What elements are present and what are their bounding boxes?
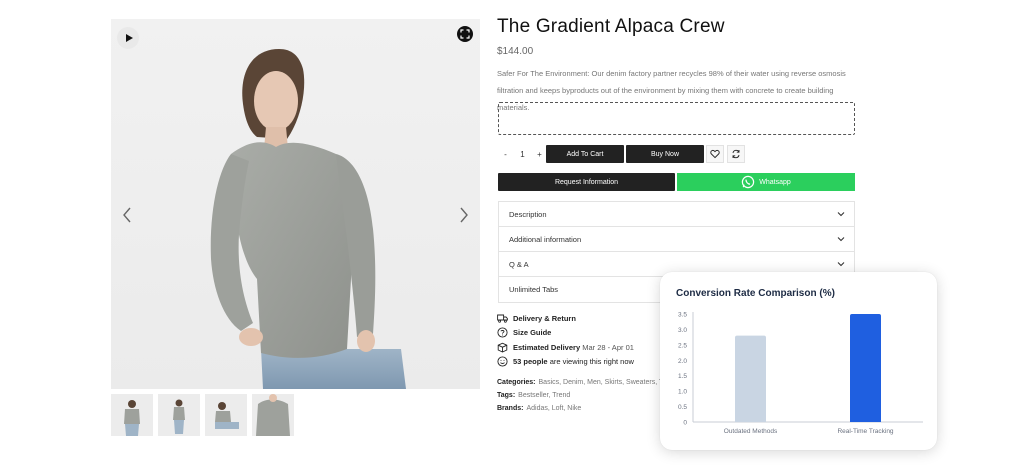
categories-links[interactable]: Basics, Denim, Men, Skirts, Sweaters, T bbox=[539, 379, 664, 386]
size-guide-label: Size Guide bbox=[513, 328, 552, 338]
accordion-label: Unlimited Tabs bbox=[509, 285, 559, 294]
product-price: $144.00 bbox=[497, 46, 534, 57]
whatsapp-label: Whatsapp bbox=[759, 178, 791, 186]
product-photo bbox=[210, 49, 406, 389]
thumbnail-4[interactable] bbox=[252, 394, 294, 436]
y-tick-label: 3.0 bbox=[678, 327, 687, 334]
smiley-icon bbox=[497, 356, 508, 367]
chevron-down-icon bbox=[837, 212, 845, 217]
thumbnail-1[interactable] bbox=[111, 394, 153, 436]
y-tick-label: 0.5 bbox=[678, 404, 687, 411]
chevron-down-icon bbox=[837, 237, 845, 242]
viewers-suffix: are viewing this right now bbox=[549, 357, 634, 367]
wishlist-button[interactable] bbox=[706, 145, 724, 163]
truck-icon bbox=[497, 314, 508, 323]
accordion-additional-information[interactable]: Additional information bbox=[499, 227, 854, 252]
accordion-label: Additional information bbox=[509, 234, 582, 244]
live-viewers: 53 people are viewing this right now bbox=[497, 355, 634, 370]
chevron-right-icon[interactable] bbox=[458, 205, 470, 225]
quantity-input[interactable]: 1 bbox=[514, 150, 531, 159]
bar-real-time-tracking bbox=[850, 314, 881, 422]
tags-links[interactable]: Bestseller, Trend bbox=[518, 392, 570, 399]
chevron-left-icon[interactable] bbox=[121, 205, 133, 225]
thumbnail-3[interactable] bbox=[205, 394, 247, 436]
conversion-chart-card: Conversion Rate Comparison (%) 0 0.5 1.0 1.… bbox=[660, 272, 937, 450]
quantity-stepper: - 1 + bbox=[497, 145, 548, 163]
x-tick-label: Outdated Methods bbox=[724, 428, 778, 435]
quantity-decrease-button[interactable]: - bbox=[497, 150, 514, 159]
compare-icon bbox=[732, 149, 740, 159]
heart-icon bbox=[710, 149, 720, 159]
request-information-button[interactable]: Request Information bbox=[498, 173, 675, 191]
delivery-return-link[interactable]: Delivery & Return bbox=[497, 311, 634, 326]
x-tick-label: Real-Time Tracking bbox=[837, 428, 893, 435]
product-meta-list: Delivery & Return Size Guide Estimated D… bbox=[497, 311, 634, 369]
thumbnail-2[interactable] bbox=[158, 394, 200, 436]
estimated-delivery: Estimated Delivery Mar 28 - Apr 01 bbox=[497, 340, 634, 355]
estimated-delivery-value: Mar 28 - Apr 01 bbox=[582, 342, 634, 352]
accordion-description[interactable]: Description bbox=[499, 202, 854, 227]
conversion-bar-chart: 0 0.5 1.0 1.5 2.0 2.5 3.0 3.5 Outdated Methods Re… bbox=[678, 312, 923, 435]
box-icon bbox=[497, 342, 508, 353]
whatsapp-icon bbox=[742, 175, 755, 189]
y-tick-label: 1.5 bbox=[678, 373, 687, 380]
question-icon bbox=[497, 327, 508, 338]
categories-label: Categories: bbox=[497, 379, 536, 386]
buy-now-button[interactable]: Buy Now bbox=[626, 145, 704, 163]
brands-links[interactable]: Adidas, Loft, Nike bbox=[526, 405, 581, 412]
size-guide-link[interactable]: Size Guide bbox=[497, 326, 634, 341]
y-tick-label: 2.0 bbox=[678, 358, 687, 365]
tags-label: Tags: bbox=[497, 392, 516, 399]
viewers-count: 53 people bbox=[513, 357, 548, 367]
play-video-button[interactable] bbox=[117, 27, 139, 49]
y-tick-label: 3.5 bbox=[678, 312, 687, 319]
main-product-image[interactable] bbox=[111, 19, 480, 389]
accordion-label: Description bbox=[509, 209, 547, 219]
product-options-area bbox=[498, 102, 855, 135]
compare-button[interactable] bbox=[727, 145, 745, 163]
chevron-down-icon bbox=[837, 262, 845, 267]
zoom-button[interactable] bbox=[457, 26, 473, 42]
add-to-cart-button[interactable]: Add To Cart bbox=[546, 145, 624, 163]
product-taxonomy: Categories: Basics, Denim, Men, Skirts, … bbox=[497, 376, 663, 415]
estimated-delivery-label: Estimated Delivery bbox=[513, 342, 581, 352]
bar-outdated-methods bbox=[735, 335, 766, 422]
accordion-label: Q & A bbox=[509, 259, 529, 269]
thumbnail-strip bbox=[111, 394, 294, 436]
y-tick-label: 0 bbox=[683, 420, 687, 427]
zoom-icon bbox=[460, 29, 470, 39]
delivery-return-label: Delivery & Return bbox=[513, 313, 576, 323]
product-title: The Gradient Alpaca Crew bbox=[497, 16, 725, 37]
brands-label: Brands: bbox=[497, 405, 524, 412]
whatsapp-button[interactable]: Whatsapp bbox=[677, 173, 855, 191]
y-tick-label: 2.5 bbox=[678, 342, 687, 349]
y-tick-label: 1.0 bbox=[678, 389, 687, 396]
